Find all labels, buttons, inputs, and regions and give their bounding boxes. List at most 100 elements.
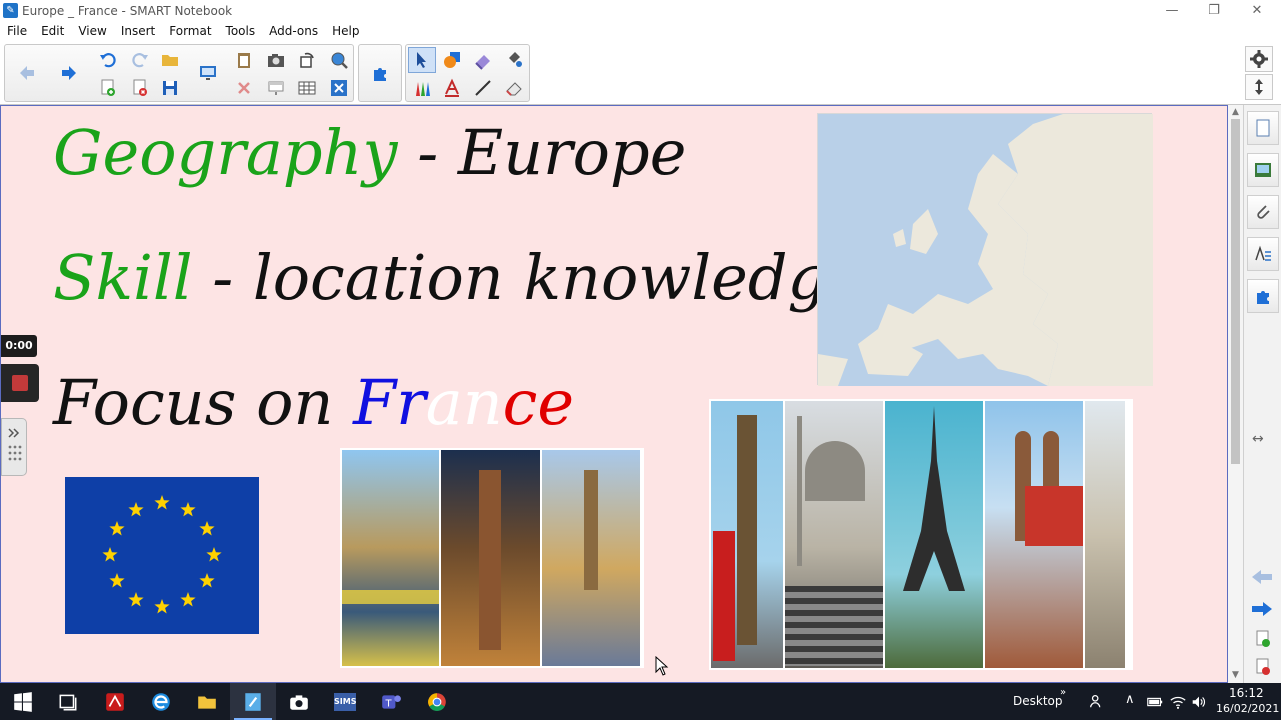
scroll-thumb[interactable]	[1231, 119, 1240, 464]
settings-button[interactable]	[1245, 46, 1273, 72]
task-view-button[interactable]	[45, 683, 91, 720]
wifi-icon[interactable]	[1169, 693, 1187, 715]
teams-taskbar-button[interactable]: T	[368, 683, 414, 720]
close-button[interactable]: ✕	[1242, 2, 1272, 20]
eraser-shape-tool-button[interactable]	[469, 47, 497, 73]
previous-page-button[interactable]	[13, 60, 41, 86]
side-add-page-button[interactable]	[1253, 629, 1273, 653]
cities-photo-strip[interactable]	[340, 448, 644, 668]
chrome-taskbar-button[interactable]	[414, 683, 460, 720]
fill-tool-button[interactable]	[500, 47, 528, 73]
text-tool-button[interactable]	[438, 75, 466, 101]
shapes-tool-button[interactable]	[438, 47, 466, 73]
eu-star-icon	[109, 521, 125, 536]
side-tabs-panel: ↔	[1243, 105, 1281, 685]
menu-tools[interactable]: Tools	[219, 22, 263, 40]
heading-line-focus: Focus on France	[53, 366, 574, 439]
screen-shade-button[interactable]	[262, 75, 290, 101]
battery-icon[interactable]	[1146, 693, 1164, 715]
notebook-page-canvas[interactable]: Geography - Europe Skill - location know…	[0, 105, 1228, 683]
eu-star-icon	[128, 592, 144, 607]
save-button[interactable]	[156, 75, 184, 101]
insert-table-button[interactable]	[293, 75, 321, 101]
acrobat-taskbar-button[interactable]	[92, 683, 138, 720]
speaker-volume-icon[interactable]	[1190, 693, 1208, 715]
eraser-tool-button[interactable]	[500, 75, 528, 101]
sims-taskbar-button[interactable]: SIMS	[322, 683, 368, 720]
globe-search-icon	[331, 52, 348, 69]
rotate-button[interactable]	[293, 47, 321, 73]
move-toolbar-button[interactable]	[1245, 74, 1273, 100]
file-explorer-taskbar-button[interactable]	[184, 683, 230, 720]
menu-view[interactable]: View	[71, 22, 113, 40]
clock-time[interactable]: 16:12	[1229, 686, 1264, 700]
minimize-button[interactable]: —	[1157, 2, 1187, 20]
menu-insert[interactable]: Insert	[114, 22, 162, 40]
desktop-toolbar-label[interactable]: Desktop	[1013, 694, 1063, 708]
tab-addons[interactable]	[1247, 279, 1279, 313]
screen-shade-icon	[268, 81, 284, 95]
people-icon[interactable]	[1088, 692, 1106, 714]
scroll-down-arrow[interactable]: ▼	[1228, 668, 1243, 682]
maximize-button[interactable]: ❐	[1199, 2, 1229, 20]
paint-bucket-icon	[509, 52, 522, 67]
menu-file[interactable]: File	[0, 22, 34, 40]
delete-button[interactable]	[230, 75, 258, 101]
magnifier-button[interactable]	[325, 47, 353, 73]
side-delete-page-button[interactable]	[1253, 657, 1273, 681]
title-bar: ✎ Europe _ France - SMART Notebook — ❐ ✕	[0, 0, 1281, 22]
dock-toggle-arrows-icon[interactable]: ↔	[1252, 431, 1264, 447]
camera-icon	[268, 54, 284, 67]
european-building-photo	[1085, 401, 1125, 668]
smart-notebook-app-icon: ✎	[3, 3, 18, 18]
pens-tool-button[interactable]	[408, 75, 436, 101]
stop-recording-button[interactable]	[1, 364, 39, 402]
clock-date[interactable]: 16/02/2021	[1216, 702, 1279, 715]
menu-edit[interactable]: Edit	[34, 22, 71, 40]
arrow-left-icon	[1252, 570, 1272, 584]
add-page-button[interactable]	[94, 75, 122, 101]
eu-flag-image[interactable]	[65, 477, 259, 634]
open-file-button[interactable]	[156, 47, 184, 73]
heading-line-geography: Geography - Europe	[53, 116, 686, 189]
eraser-icon	[506, 82, 522, 96]
display-screen-button[interactable]	[194, 60, 222, 86]
landmarks-photo-strip[interactable]	[709, 399, 1133, 670]
smart-notebook-taskbar-button[interactable]	[230, 683, 276, 720]
edge-taskbar-button[interactable]	[138, 683, 184, 720]
europe-map-image[interactable]	[817, 113, 1153, 386]
start-button[interactable]	[0, 683, 46, 720]
camera-taskbar-button[interactable]	[276, 683, 322, 720]
toolbar-expand-chevron-icon[interactable]: »	[1060, 687, 1066, 698]
menu-addons[interactable]: Add-ons	[262, 22, 325, 40]
menu-format[interactable]: Format	[162, 22, 218, 40]
next-page-button[interactable]	[55, 60, 83, 86]
side-panel-handle[interactable]	[1, 418, 27, 476]
london-big-ben-photo	[711, 401, 783, 668]
full-screen-button[interactable]	[325, 75, 353, 101]
window-title: Europe _ France - SMART Notebook	[22, 4, 233, 18]
addons-button[interactable]	[366, 60, 394, 86]
text-a-icon	[445, 78, 459, 97]
tab-properties[interactable]	[1247, 237, 1279, 271]
clipboard-icon	[238, 53, 250, 68]
delete-page-button[interactable]	[126, 75, 154, 101]
pens-icon	[416, 82, 430, 96]
redo-button[interactable]	[126, 47, 154, 73]
vertical-scrollbar[interactable]: ▲ ▼	[1228, 105, 1243, 683]
side-next-page-button[interactable]	[1250, 599, 1274, 623]
line-tool-button[interactable]	[469, 75, 497, 101]
eu-star-icon	[180, 502, 196, 517]
tab-page-sorter[interactable]	[1247, 111, 1279, 145]
side-previous-page-button[interactable]	[1250, 567, 1274, 591]
screen-capture-button[interactable]	[262, 47, 290, 73]
select-tool-button[interactable]	[408, 47, 436, 73]
france-red-letters: ce	[502, 366, 575, 439]
undo-button[interactable]	[94, 47, 122, 73]
paste-button[interactable]	[230, 47, 258, 73]
menu-help[interactable]: Help	[325, 22, 366, 40]
tab-attachments[interactable]	[1247, 195, 1279, 229]
tab-gallery[interactable]	[1247, 153, 1279, 187]
show-hidden-icons-chevron-icon[interactable]: ∧	[1125, 692, 1135, 707]
scroll-up-arrow[interactable]: ▲	[1228, 105, 1243, 119]
